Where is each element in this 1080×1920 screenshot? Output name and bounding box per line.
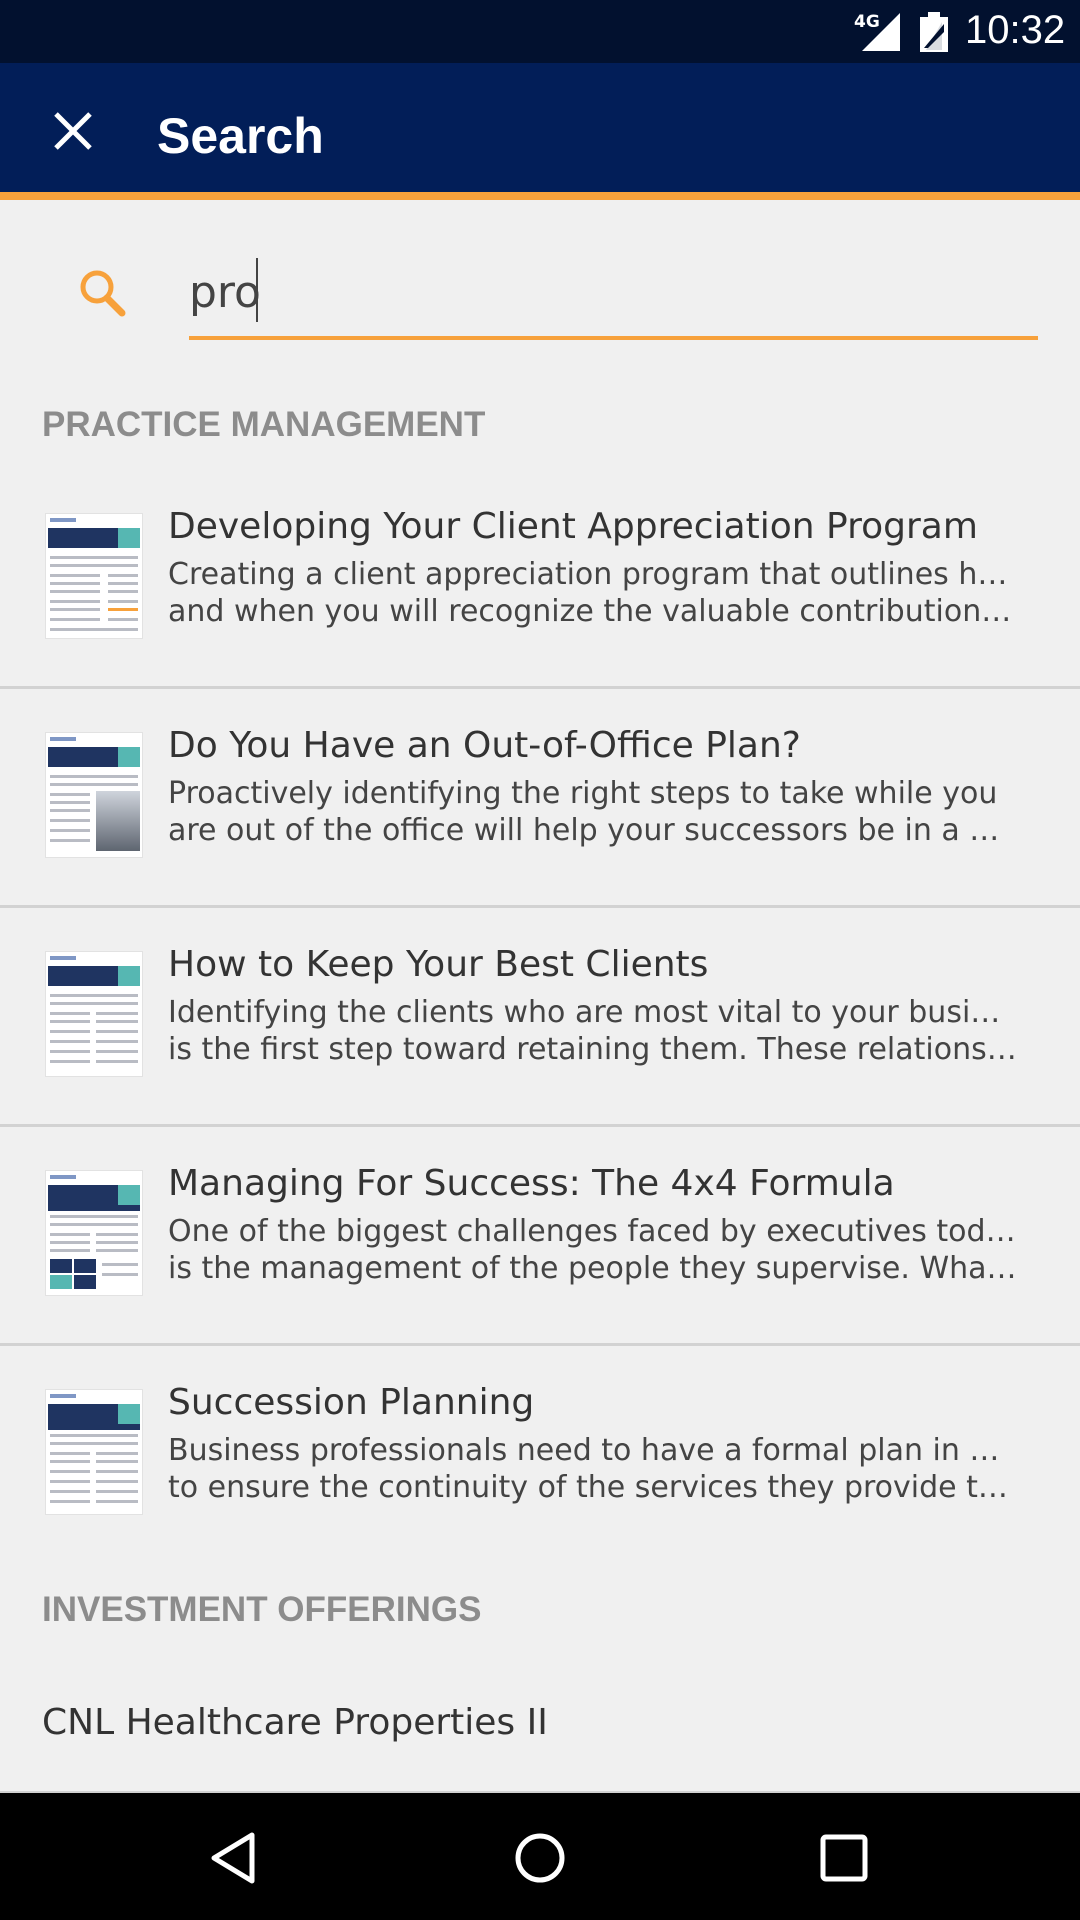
navigation-bar: [0, 1793, 1080, 1920]
item-description: One of the biggest challenges faced by e…: [168, 1213, 1018, 1287]
recents-icon[interactable]: [809, 1823, 879, 1893]
search-icon: [80, 270, 126, 317]
item-title: Do You Have an Out-of-Office Plan?: [168, 725, 801, 766]
back-icon[interactable]: [200, 1823, 270, 1893]
item-title: Succession Planning: [168, 1382, 535, 1423]
list-item[interactable]: Do You Have an Out-of-Office Plan? Proac…: [0, 689, 1080, 908]
item-title: CNL Healthcare Properties II: [42, 1702, 548, 1743]
document-thumbnail: [45, 732, 143, 858]
item-description: Business professionals need to have a fo…: [168, 1432, 1018, 1506]
list-item[interactable]: CNL Healthcare Properties II: [0, 1650, 1080, 1790]
item-description-line: to ensure the continuity of the services…: [168, 1470, 1018, 1505]
section-header-practice-management: PRACTICE MANAGEMENT: [42, 405, 486, 444]
search-input[interactable]: [189, 248, 1038, 340]
item-title: Developing Your Client Appreciation Prog…: [168, 506, 978, 547]
app-bar: Search: [0, 63, 1080, 200]
item-description-line: are out of the office will help your suc…: [168, 813, 1018, 848]
text-cursor: [256, 258, 258, 322]
item-description: Creating a client appreciation program t…: [168, 556, 1018, 630]
section-header-investment-offerings: INVESTMENT OFFERINGS: [42, 1590, 482, 1629]
item-description-line: Identifying the clients who are most vit…: [168, 995, 1018, 1030]
item-description-line: Creating a client appreciation program t…: [168, 557, 1018, 592]
list-item[interactable]: Developing Your Client Appreciation Prog…: [0, 470, 1080, 689]
item-description-line: One of the biggest challenges faced by e…: [168, 1214, 1018, 1249]
item-description-line: Business professionals need to have a fo…: [168, 1433, 1018, 1468]
item-description-line: is the first step toward retaining them.…: [168, 1032, 1018, 1067]
list-item[interactable]: How to Keep Your Best Clients Identifyin…: [0, 908, 1080, 1127]
item-description: Identifying the clients who are most vit…: [168, 994, 1018, 1068]
signal-icon: [862, 13, 900, 51]
home-icon[interactable]: [505, 1823, 575, 1893]
item-description-line: is the management of the people they sup…: [168, 1251, 1018, 1286]
status-bar: 4G 10:32: [0, 0, 1080, 63]
list-item[interactable]: Succession Planning Business professiona…: [0, 1346, 1080, 1565]
list-item[interactable]: Managing For Success: The 4x4 Formula On…: [0, 1127, 1080, 1346]
item-description: Proactively identifying the right steps …: [168, 775, 1018, 849]
document-thumbnail: [45, 951, 143, 1077]
document-thumbnail: [45, 1389, 143, 1515]
item-title: How to Keep Your Best Clients: [168, 944, 709, 985]
document-thumbnail: [45, 1170, 143, 1296]
document-thumbnail: [45, 513, 143, 639]
item-title: Managing For Success: The 4x4 Formula: [168, 1163, 895, 1204]
item-description-line: Proactively identifying the right steps …: [168, 776, 998, 811]
search-bar: [0, 208, 1080, 348]
close-icon[interactable]: [48, 106, 98, 156]
page-title: Search: [157, 108, 324, 164]
item-description-line: and when you will recognize the valuable…: [168, 594, 1018, 629]
battery-icon: [920, 12, 948, 52]
clock: 10:32: [965, 8, 1066, 52]
